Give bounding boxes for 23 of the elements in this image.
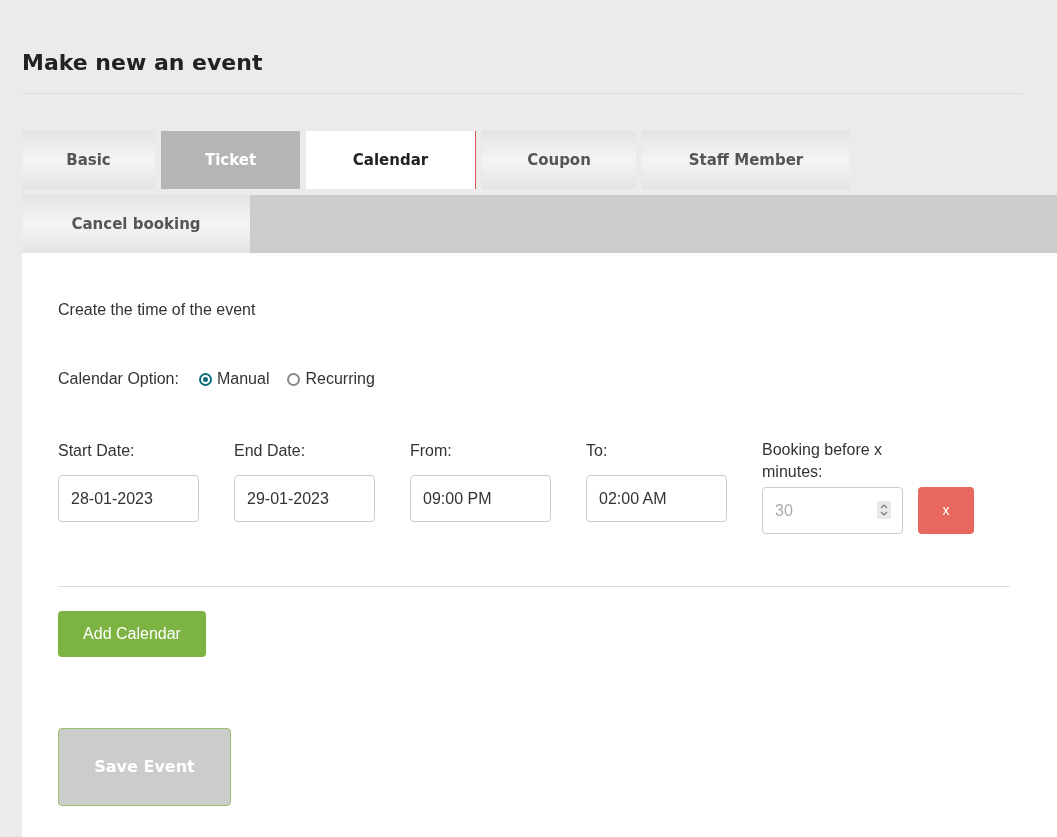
radio-icon: [198, 372, 212, 386]
page-title: Make new an event: [22, 12, 1022, 94]
radio-icon: [287, 372, 301, 386]
input-field[interactable]: 09:00 PM: [410, 475, 551, 522]
spinner-icon[interactable]: [877, 501, 891, 519]
field-label: From:: [410, 441, 453, 461]
number-field[interactable]: 30: [762, 487, 903, 534]
input-field[interactable]: 02:00 AM: [586, 475, 727, 522]
input-field[interactable]: 28-01-2023: [58, 475, 199, 522]
radio-option[interactable]: Recurring: [287, 367, 375, 391]
tab[interactable]: Calendar: [306, 131, 476, 189]
tab[interactable]: Staff Member: [642, 131, 850, 189]
field-label: Booking before x minutes:: [762, 440, 884, 482]
intro-text: Create the time of the event: [58, 300, 257, 320]
tab[interactable]: Coupon: [482, 131, 636, 189]
tab[interactable]: Cancel booking: [22, 195, 250, 253]
field-label: To:: [586, 441, 609, 461]
input-field[interactable]: 29-01-2023: [234, 475, 375, 522]
option-label: Calendar Option:: [58, 369, 179, 389]
tab[interactable]: Basic: [22, 131, 155, 189]
field-label: End Date:: [234, 441, 307, 461]
radio-option[interactable]: Manual: [198, 367, 270, 391]
field-label: Start Date:: [58, 441, 136, 461]
